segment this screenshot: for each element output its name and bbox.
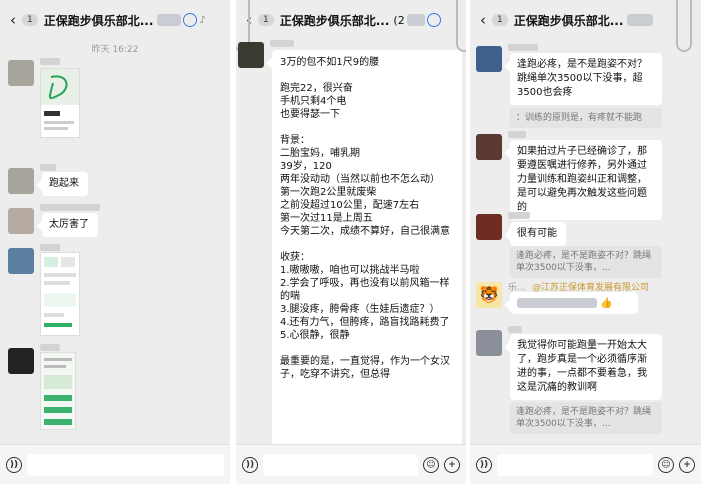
avatar[interactable]: [238, 42, 264, 68]
sender-name: [508, 326, 522, 333]
long-message-bubble[interactable]: 3万的包不如1尺9的腰 跑完22，很兴奋 手机只剩4个电 也要得瑟一下 背景： …: [272, 50, 462, 470]
voice-icon[interactable]: )): [242, 456, 258, 473]
quoted-reply[interactable]: 逢跑必疼，是不是跑姿不对？跳绳单次3500以下没事，...: [510, 246, 662, 278]
chat-panel-1: ‹ 1 正保跑步俱乐部北... ♪ 昨天 16:22 跑起来 太厉害了)): [0, 0, 230, 484]
message-input[interactable]: [497, 453, 653, 476]
sender-name: [40, 58, 60, 65]
sender-name: [40, 244, 60, 251]
voice-icon[interactable]: )): [6, 456, 22, 473]
map-route-image: [41, 69, 79, 130]
message-bubble[interactable]: 很有可能: [510, 222, 566, 246]
chat-input-bar: )) ☺ +: [236, 444, 466, 484]
sender-name: [40, 344, 60, 351]
unread-count: 1: [492, 14, 508, 26]
avatar[interactable]: [8, 348, 34, 374]
message-bubble[interactable]: 跑起来: [42, 172, 88, 196]
emoji-icon[interactable]: ☺: [658, 456, 674, 473]
image-message[interactable]: [40, 352, 76, 430]
thumbs-up-icon: 👍: [600, 298, 613, 309]
message-input[interactable]: [263, 453, 418, 476]
chat-title[interactable]: 正保跑步俱乐部北...: [44, 12, 154, 29]
redacted-text: [517, 298, 597, 308]
sender-name: [270, 40, 294, 47]
timestamp: 昨天 16:22: [91, 45, 139, 55]
image-message[interactable]: [40, 68, 80, 138]
redacted-text: [406, 14, 425, 26]
chat-input-bar: )) ☺ +: [470, 444, 701, 484]
location-icon[interactable]: [183, 13, 198, 27]
emoji-icon[interactable]: ☺: [423, 456, 439, 473]
avatar[interactable]: [476, 330, 502, 356]
chat-panel-3: ‹ 1 正保跑步俱乐部北... 逢跑必疼，是不是跑姿不对？跳绳单次3500以下没…: [470, 0, 701, 484]
quoted-reply[interactable]: ：训练的原则是，有疼就不能跑: [510, 108, 662, 128]
message-bubble[interactable]: 如果拍过片子已经确诊了，那要遵医嘱进行修养，另外通过力量训练和跑姿纠正和调整，是…: [510, 140, 662, 220]
chat-header: ‹ 1 正保跑步俱乐部北... (2: [236, 0, 466, 40]
chat-panel-2: ‹ 1 正保跑步俱乐部北... (2 3万的包不如1尺9的腰 跑完22，很兴奋 …: [236, 0, 466, 484]
sender-name: [40, 204, 100, 211]
mute-icon: ♪: [199, 14, 206, 26]
member-count: (2: [393, 13, 405, 27]
scroll-indicator: [676, 0, 692, 52]
sender-name: [508, 131, 526, 138]
unread-count: 1: [258, 14, 274, 26]
chat-title[interactable]: 正保跑步俱乐部北...: [280, 12, 390, 29]
redacted-text: [627, 14, 654, 26]
avatar[interactable]: [476, 46, 502, 72]
chat-header: ‹ 1 正保跑步俱乐部北...: [470, 0, 701, 40]
message-input[interactable]: [27, 453, 224, 476]
quoted-reply[interactable]: 逢跑必疼，是不是跑姿不对？跳绳单次3500以下没事，...: [510, 402, 662, 434]
chat-header: ‹ 1 正保跑步俱乐部北... ♪: [0, 0, 230, 40]
sender-name: [40, 164, 56, 171]
sender-name: [508, 212, 530, 219]
chat-input-bar: )): [0, 444, 230, 484]
avatar[interactable]: [476, 214, 502, 240]
chevron-left-icon[interactable]: ‹: [476, 11, 490, 29]
screenshot-collage: ‹ 1 正保跑步俱乐部北... ♪ 昨天 16:22 跑起来 太厉害了)) ‹…: [0, 0, 701, 484]
sender-name: [508, 44, 538, 51]
avatar[interactable]: [8, 60, 34, 86]
avatar[interactable]: [8, 168, 34, 194]
emoji-message-bubble[interactable]: 👍: [510, 292, 638, 314]
scroll-indicator: [456, 0, 466, 52]
cartoon-avatar[interactable]: 🐯: [476, 282, 502, 308]
plus-icon[interactable]: +: [444, 456, 460, 473]
message-bubble[interactable]: 我觉得你可能跑量一开始太大了，跑步真是一个必须循序渐进的事，一点都不要着急，我这…: [510, 334, 662, 400]
unread-count: 1: [22, 14, 38, 26]
redacted-text: [157, 14, 182, 26]
chevron-left-icon[interactable]: ‹: [6, 11, 20, 29]
message-bubble[interactable]: 逢跑必疼，是不是跑姿不对？跳绳单次3500以下没事，超3500也会疼: [510, 53, 662, 105]
running-stats-image: [41, 353, 75, 429]
chat-title[interactable]: 正保跑步俱乐部北...: [514, 12, 624, 29]
avatar[interactable]: [476, 134, 502, 160]
location-icon[interactable]: [426, 13, 441, 27]
message-bubble[interactable]: 太厉害了: [42, 213, 98, 237]
voice-icon[interactable]: )): [476, 456, 492, 473]
image-message[interactable]: [40, 252, 80, 336]
avatar[interactable]: [8, 208, 34, 234]
app-screenshot-image: [44, 257, 76, 327]
plus-icon[interactable]: +: [679, 456, 695, 473]
avatar[interactable]: [8, 248, 34, 274]
